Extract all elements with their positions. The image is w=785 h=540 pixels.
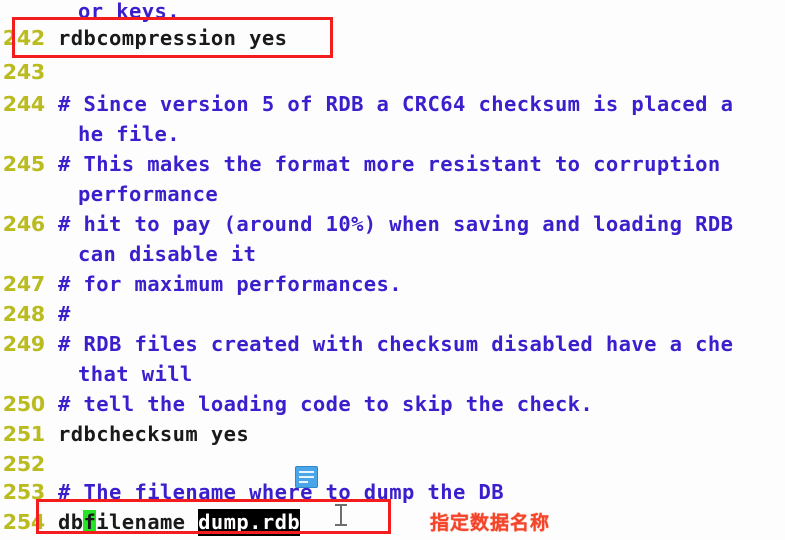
code-line-content[interactable]: he file. bbox=[48, 119, 180, 149]
line-number-242: 242 bbox=[2, 26, 45, 50]
code-editor-viewport[interactable]: or keys. 242 rdbcompression yes 243 244 # Sin… bbox=[0, 0, 785, 540]
code-line[interactable]: 242 rdbcompression yes bbox=[0, 23, 785, 53]
document-marker-icon bbox=[295, 466, 318, 488]
annotation-label-specify-data-name: 指定数据名称 bbox=[430, 512, 551, 534]
code-line[interactable]: 246 # hit to pay (around 10%) when saving… bbox=[0, 209, 785, 239]
code-line-content[interactable]: rdbchecksum yes bbox=[48, 419, 249, 449]
code-line[interactable]: 251 rdbchecksum yes bbox=[0, 419, 785, 449]
code-line[interactable]: 248 # bbox=[0, 299, 785, 329]
doc-marker-line-2 bbox=[299, 476, 314, 478]
line-number-244: 244 bbox=[2, 92, 45, 116]
line-number-251: 251 bbox=[2, 422, 45, 446]
code-line-content[interactable]: # RDB files created with checksum disabl… bbox=[48, 329, 733, 359]
code-line[interactable]: 247 # for maximum performances. bbox=[0, 269, 785, 299]
line-number-249: 249 bbox=[2, 332, 45, 356]
dbfilename-suffix: ilename bbox=[96, 510, 199, 534]
code-line-content[interactable]: that will bbox=[48, 359, 193, 389]
code-line[interactable]: performance bbox=[0, 179, 785, 209]
ibeam-cap-bottom bbox=[335, 524, 347, 526]
code-line-content[interactable]: rdbcompression yes bbox=[48, 23, 287, 53]
code-line-content[interactable]: # This makes the format more resistant t… bbox=[48, 149, 721, 179]
code-line[interactable]: can disable it bbox=[0, 239, 785, 269]
code-line[interactable]: 245 # This makes the format more resistan… bbox=[0, 149, 785, 179]
doc-marker-line-3 bbox=[299, 481, 308, 483]
selected-text-dump-rdb[interactable]: dump.rdb bbox=[198, 509, 301, 536]
code-line[interactable]: 243 bbox=[0, 57, 785, 87]
code-line-content[interactable]: # tell the loading code to skip the chec… bbox=[48, 389, 593, 419]
line-number-248: 248 bbox=[2, 302, 45, 326]
line-number-253: 253 bbox=[2, 480, 45, 504]
code-line[interactable]: that will bbox=[0, 359, 785, 389]
line-number-247: 247 bbox=[2, 272, 45, 296]
line-number-252: 252 bbox=[2, 452, 45, 476]
code-line[interactable]: 252 bbox=[0, 449, 785, 479]
doc-marker-line-1 bbox=[299, 471, 314, 473]
code-line-content[interactable]: # bbox=[48, 299, 71, 329]
code-line-content[interactable]: # hit to pay (around 10%) when saving an… bbox=[48, 209, 733, 239]
code-line[interactable]: he file. bbox=[0, 119, 785, 149]
line-number-254: 254 bbox=[2, 510, 45, 534]
ibeam-stem bbox=[340, 505, 342, 525]
code-line[interactable]: 244 # Since version 5 of RDB a CRC64 chec… bbox=[0, 89, 785, 119]
code-line-dbfilename[interactable]: 254 dbfilename dump.rdb bbox=[0, 507, 785, 537]
code-line-content[interactable]: performance bbox=[48, 179, 218, 209]
line-number-246: 246 bbox=[2, 212, 45, 236]
code-line[interactable]: 253 # The filename where to dump the DB bbox=[0, 477, 785, 507]
code-line-content[interactable]: can disable it bbox=[48, 239, 256, 269]
dbfilename-prefix: db bbox=[58, 510, 84, 534]
code-line-content[interactable]: # for maximum performances. bbox=[48, 269, 402, 299]
search-match-highlight: f bbox=[83, 510, 97, 534]
code-line-content[interactable]: # The filename where to dump the DB bbox=[48, 477, 504, 507]
code-line-content[interactable]: # Since version 5 of RDB a CRC64 checksu… bbox=[48, 89, 733, 119]
line-number-245: 245 bbox=[2, 152, 45, 176]
text-ibeam-cursor bbox=[334, 503, 348, 527]
code-line-content[interactable]: dbfilename dump.rdb bbox=[48, 507, 301, 537]
line-number-243: 243 bbox=[2, 60, 45, 84]
code-line[interactable]: 250 # tell the loading code to skip the c… bbox=[0, 389, 785, 419]
code-line[interactable]: 249 # RDB files created with checksum dis… bbox=[0, 329, 785, 359]
line-number-250: 250 bbox=[2, 392, 45, 416]
